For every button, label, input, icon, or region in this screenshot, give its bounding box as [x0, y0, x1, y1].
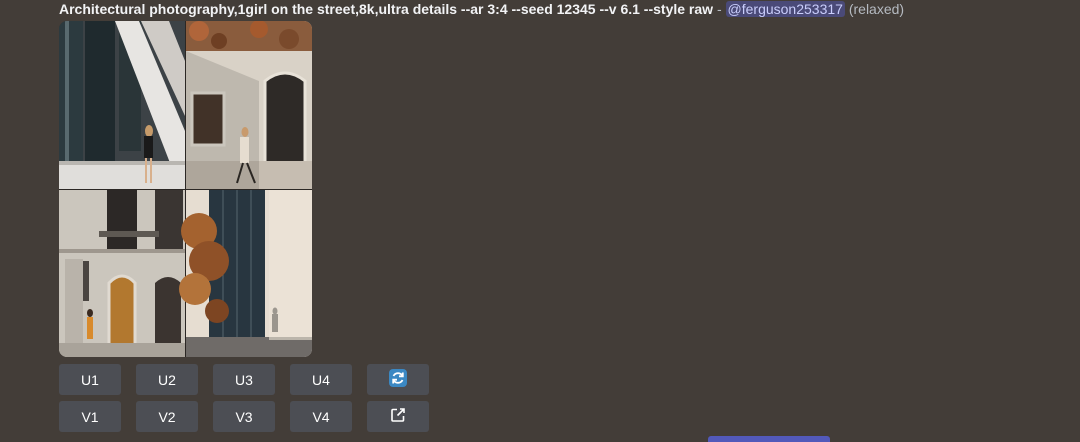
image-1[interactable] [59, 21, 185, 189]
u3-button[interactable]: U3 [213, 364, 275, 395]
refresh-icon [388, 368, 408, 391]
user-mention[interactable]: @ferguson253317 [725, 1, 845, 17]
separator: - [713, 1, 726, 17]
v2-button[interactable]: V2 [136, 401, 198, 432]
variation-button-row: V1 V2 V3 V4 [59, 401, 429, 432]
image-4[interactable] [179, 190, 312, 357]
image-grid-art [59, 21, 312, 357]
image-2[interactable] [186, 21, 312, 189]
job-status: (relaxed) [848, 1, 905, 17]
u4-button[interactable]: U4 [290, 364, 352, 395]
reroll-button[interactable] [367, 364, 429, 395]
v3-button[interactable]: V3 [213, 401, 275, 432]
v1-button[interactable]: V1 [59, 401, 121, 432]
image-3[interactable] [59, 190, 185, 357]
external-link-icon [390, 407, 406, 426]
u1-button[interactable]: U1 [59, 364, 121, 395]
message-header: Architectural photography,1girl on the s… [59, 0, 904, 18]
prompt-text: Architectural photography,1girl on the s… [59, 1, 714, 17]
web-link-button[interactable] [367, 401, 429, 432]
upscale-button-row: U1 U2 U3 U4 [59, 364, 429, 395]
u2-button[interactable]: U2 [136, 364, 198, 395]
v4-button[interactable]: V4 [290, 401, 352, 432]
partial-element-bottom [708, 436, 830, 442]
image-grid[interactable] [59, 21, 312, 357]
